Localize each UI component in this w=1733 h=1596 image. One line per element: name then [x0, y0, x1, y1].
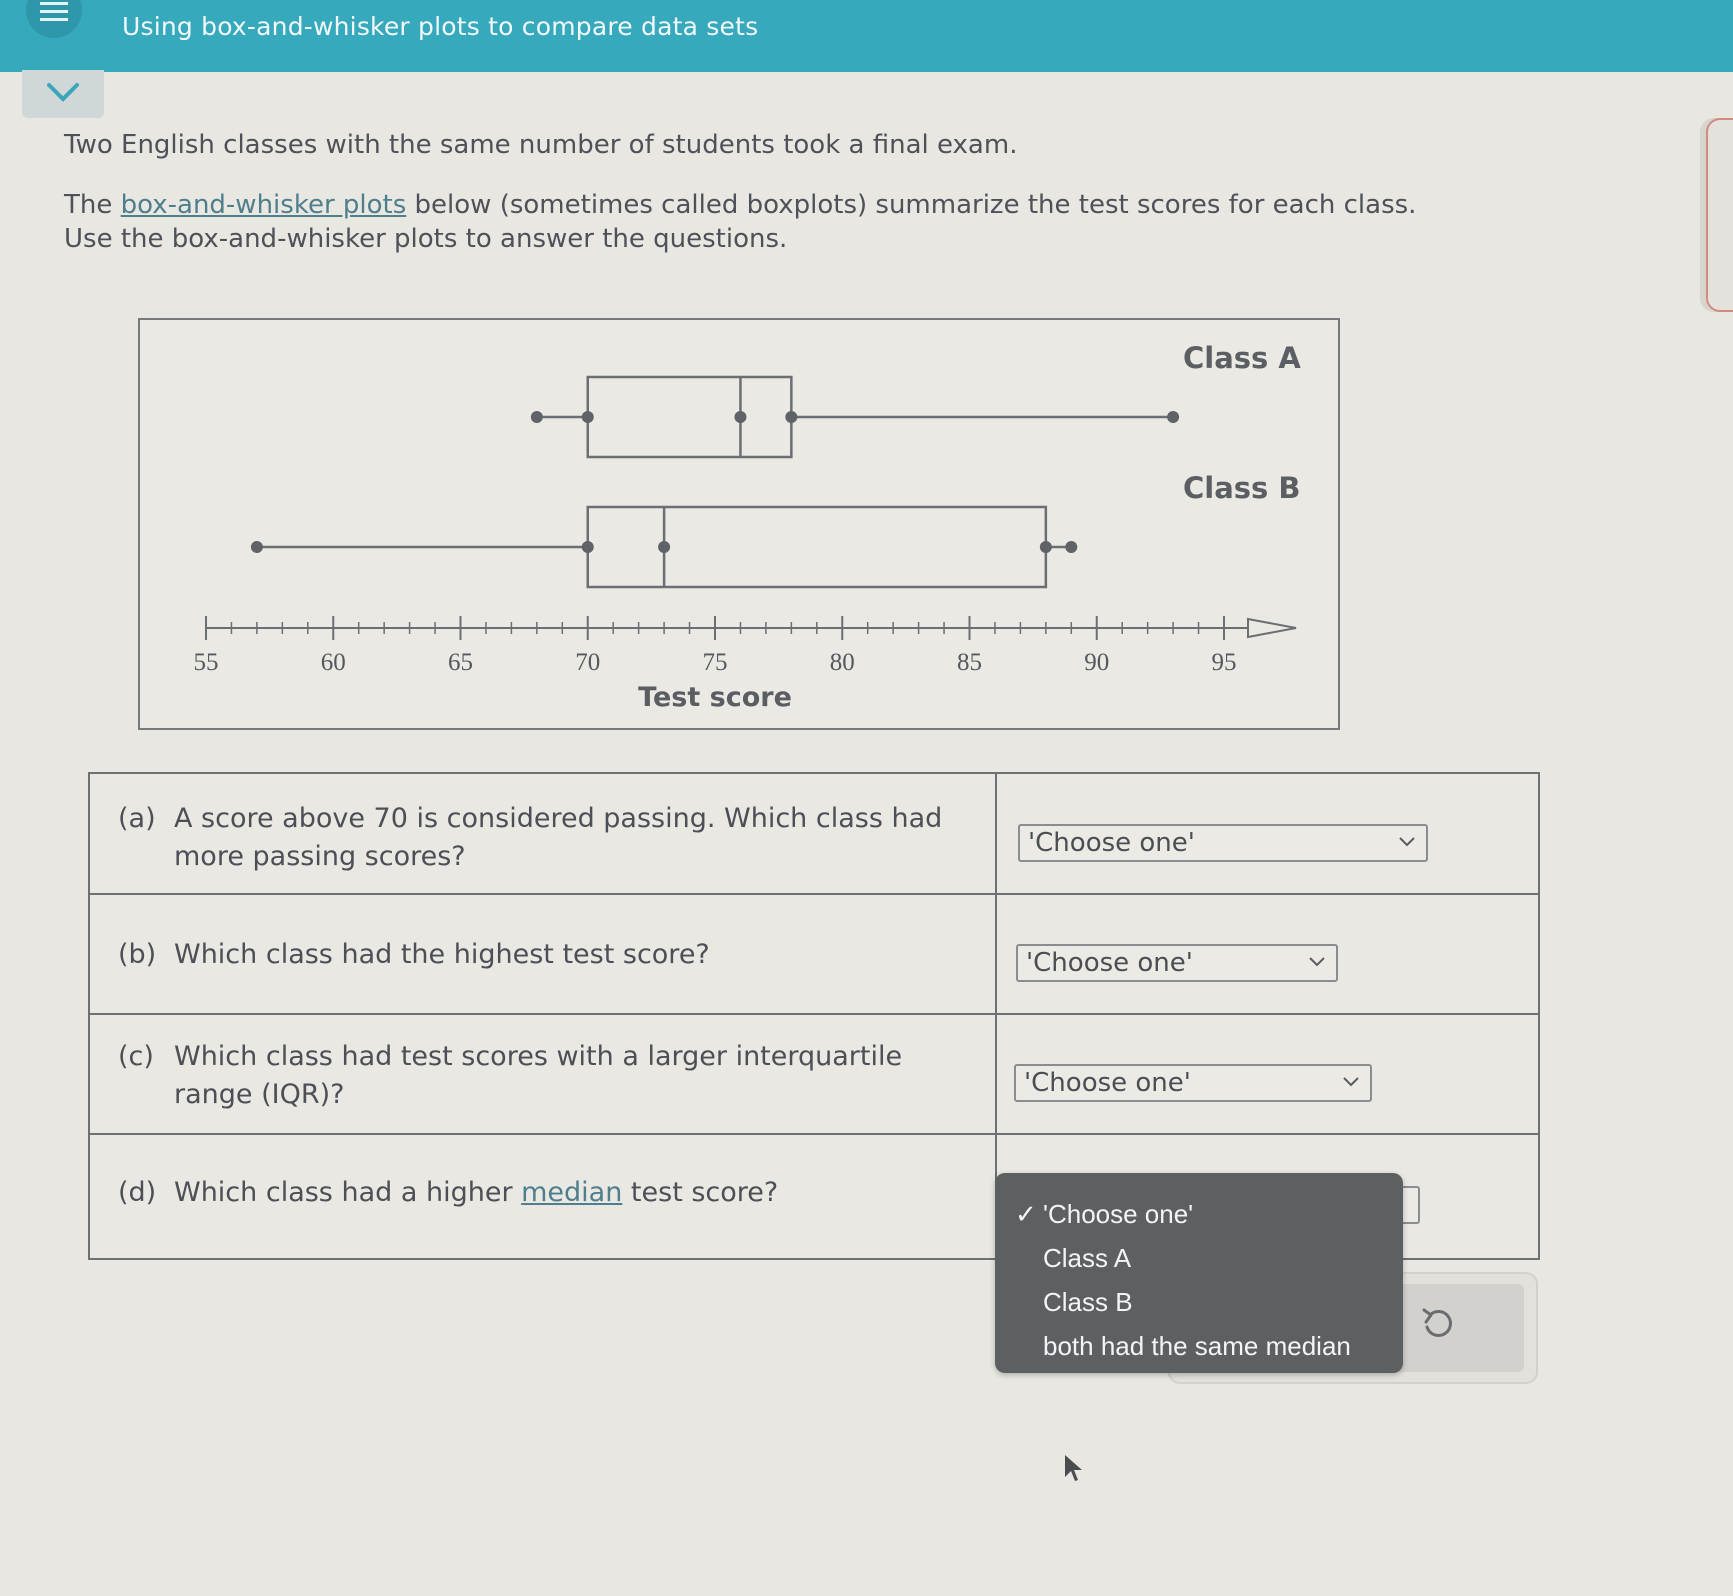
- dropdown-option[interactable]: 'Choose one': [1043, 1199, 1193, 1230]
- intro-text-3: Use the box-and-whisker plots to answer …: [64, 224, 788, 254]
- class-a-max-point: [1167, 411, 1180, 423]
- page-title: Using box-and-whisker plots to compare d…: [122, 12, 759, 41]
- dropdown-menu-d: ✓ 'Choose one' Class A Class B both had …: [995, 1173, 1403, 1373]
- tick-label: 60: [321, 649, 346, 676]
- row-divider: [90, 893, 1538, 895]
- checkmark-icon: ✓: [1015, 1199, 1037, 1229]
- tick-label: 80: [830, 649, 855, 676]
- class-a-box: [586, 375, 793, 459]
- question-d-text: Which class had a higher: [174, 1177, 522, 1208]
- tick-label: 90: [1084, 649, 1109, 676]
- tick-label: 85: [957, 649, 982, 676]
- question-c-text-2: range (IQR)?: [174, 1079, 345, 1110]
- answer-select-b[interactable]: 'Choose one': [1016, 944, 1338, 982]
- chevron-down-icon: [1309, 957, 1325, 967]
- select-b-value: 'Choose one': [1026, 948, 1193, 978]
- box-and-whisker-link[interactable]: box-and-whisker plots: [121, 190, 407, 220]
- boxplot-chart: 55 60 65 70 75 80 85 90 95 Test score Class A Class…: [138, 318, 1340, 730]
- class-a-q1-point: [581, 411, 594, 423]
- mouse-cursor-icon: [1065, 1455, 1082, 1481]
- row-divider: [90, 1013, 1538, 1015]
- question-c: (c) Which class had test scores with a la…: [118, 1038, 902, 1114]
- row-divider: [90, 1133, 1538, 1135]
- dropdown-option[interactable]: Class A: [1043, 1243, 1131, 1274]
- intro-text-2-prefix: The: [64, 190, 121, 220]
- tick-label: 70: [575, 649, 600, 676]
- class-a-q3-point: [785, 411, 798, 423]
- class-b-q3-point: [1039, 541, 1052, 553]
- x-axis-arrow: [1247, 617, 1297, 639]
- tick-label: 55: [194, 649, 219, 676]
- hamburger-menu-icon[interactable]: [26, 0, 82, 38]
- class-b-median-point: [658, 541, 671, 553]
- class-b-max-point: [1065, 541, 1078, 553]
- class-b-min-point: [250, 541, 263, 553]
- question-b-text: Which class had the highest test score?: [174, 939, 710, 970]
- intro-text-2: The box-and-whisker plots below (sometim…: [64, 190, 1416, 220]
- question-b: (b) Which class had the highest test scor…: [118, 936, 710, 974]
- intro-text-2-suffix: below (sometimes called boxplots) summar…: [406, 190, 1417, 220]
- boxplot-svg: 55 60 65 70 75 80 85 90 95 Test score Class A Class…: [194, 341, 1302, 713]
- collapse-button[interactable]: [22, 70, 104, 118]
- question-b-label: (b): [118, 939, 157, 970]
- chevron-down-icon: [47, 83, 79, 102]
- class-a-min-point: [530, 411, 543, 423]
- top-bar: Using box-and-whisker plots to compare d…: [0, 0, 1733, 72]
- class-b-label: Class B: [1183, 471, 1301, 505]
- question-d-label: (d): [118, 1177, 157, 1208]
- intro-text-1: Two English classes with the same number…: [64, 130, 1018, 160]
- dropdown-option[interactable]: both had the same median: [1043, 1331, 1351, 1362]
- median-link[interactable]: median: [521, 1177, 622, 1208]
- question-a-text: A score above 70 is considered passing. …: [174, 803, 943, 834]
- chevron-down-icon: [1399, 837, 1415, 847]
- question-d-text-suffix: test score?: [622, 1177, 779, 1208]
- chevron-down-icon: [1343, 1077, 1359, 1087]
- class-a-median-point: [734, 411, 747, 423]
- tick-label: 75: [703, 649, 728, 676]
- question-d: (d) Which class had a higher median test …: [118, 1174, 778, 1212]
- class-a-label: Class A: [1183, 341, 1301, 375]
- tick-label: 65: [448, 649, 473, 676]
- tick-label: 95: [1212, 649, 1237, 676]
- answer-select-c[interactable]: 'Choose one': [1014, 1064, 1372, 1102]
- question-a: (a) A score above 70 is considered passin…: [118, 800, 942, 876]
- answer-select-a[interactable]: 'Choose one': [1018, 824, 1428, 862]
- question-c-label: (c): [118, 1041, 154, 1072]
- side-panel-tab[interactable]: [1706, 118, 1733, 312]
- undo-icon[interactable]: [1420, 1305, 1454, 1343]
- x-axis-label: Test score: [638, 682, 792, 713]
- select-a-value: 'Choose one': [1028, 828, 1195, 858]
- question-a-label: (a): [118, 803, 156, 834]
- class-b-q1-point: [581, 541, 594, 553]
- class-b-box: [586, 505, 1048, 589]
- question-a-text-2: more passing scores?: [174, 841, 466, 872]
- dropdown-option[interactable]: Class B: [1043, 1287, 1133, 1318]
- question-c-text: Which class had test scores with a large…: [174, 1041, 903, 1072]
- select-c-value: 'Choose one': [1024, 1068, 1191, 1098]
